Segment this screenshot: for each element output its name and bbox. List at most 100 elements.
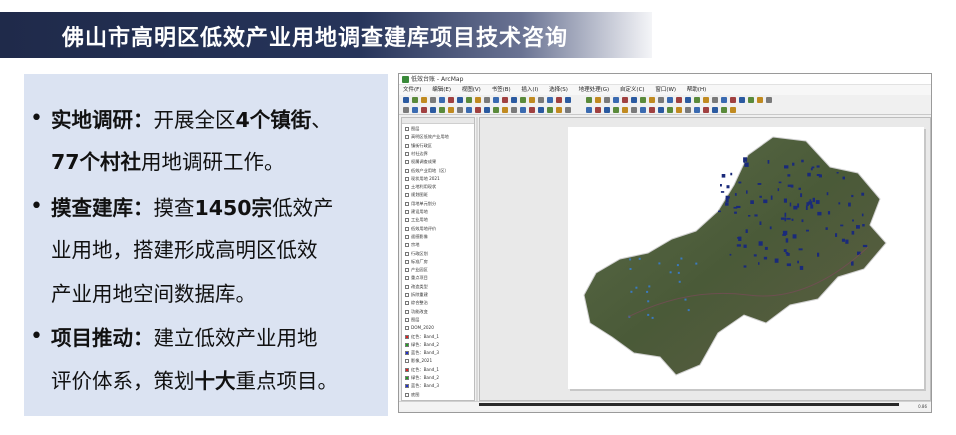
toolbar-tool-icon[interactable] [547,97,553,103]
layer-checkbox[interactable] [405,210,409,214]
toc-layer-item[interactable]: 低效产业用地（区） [405,168,474,174]
toolbar-tool-icon[interactable] [649,97,655,103]
toolbar-tool-icon[interactable] [538,97,544,103]
pane-splitter[interactable] [476,117,478,401]
toc-layer-item[interactable]: 土地利用现状 [405,184,474,190]
toolbar-tool-icon[interactable] [439,97,445,103]
toolbar-tool-icon[interactable] [631,97,637,103]
toc-layer-item[interactable]: 产业园区 [405,267,474,273]
toc-layer-item[interactable]: 图层 [405,126,474,132]
layer-checkbox[interactable] [405,317,409,322]
toolbar-tool-icon[interactable] [403,107,409,113]
layer-checkbox[interactable] [405,309,409,314]
toolbar-tool-icon[interactable] [685,97,691,103]
toc-layer-item[interactable]: 拆除重建 [405,292,474,298]
layer-checkbox[interactable] [405,185,409,190]
menu-item[interactable]: 地理处理(G) [579,87,610,93]
toolbar-tool-icon[interactable] [511,97,517,103]
toc-layer-item[interactable]: 绿色：Band_2 [405,375,474,381]
toc-layer-item[interactable]: 规划图斑 [405,192,474,198]
menu-item[interactable]: 视图(V) [462,87,481,93]
toolbar-tool-icon[interactable] [640,97,646,103]
toolbar-tool-icon[interactable] [730,107,736,113]
toolbar-tool-icon[interactable] [520,107,526,113]
menu-item[interactable]: 帮助(H) [687,87,706,93]
toolbar-tool-icon[interactable] [412,107,418,113]
toolbar-tool-icon[interactable] [613,107,619,113]
layer-checkbox[interactable] [405,268,409,273]
toolbar-tool-icon[interactable] [676,107,682,113]
toolbar-tool-icon[interactable] [604,107,610,113]
toolbar-tool-icon[interactable] [457,107,463,113]
layer-checkbox[interactable] [405,143,409,148]
toolbar-tool-icon[interactable] [403,97,409,103]
layer-checkbox[interactable] [405,151,409,156]
toc-layer-item[interactable]: 影像_2021 [405,358,474,364]
toolbar-tool-icon[interactable] [484,107,490,113]
toc-layer-item[interactable]: 村社边界 [405,151,474,157]
toolbar-tool-icon[interactable] [448,107,454,113]
horizontal-scrollbar[interactable] [479,403,899,406]
layer-checkbox[interactable] [405,334,409,339]
toc-layer-item[interactable]: 遥感影像 [405,234,474,240]
toolbar-tool-icon[interactable] [766,97,772,103]
toc-layer-item[interactable]: 综合整治 [405,300,474,306]
toc-layer-item[interactable]: 工业用地 [405,217,474,223]
toolbar-tool-icon[interactable] [556,97,562,103]
layer-checkbox[interactable] [405,351,409,356]
toolbar-tool-icon[interactable] [703,107,709,113]
menu-item[interactable]: 窗口(W) [655,87,676,93]
toolbar-tool-icon[interactable] [493,107,499,113]
menu-item[interactable]: 选择(S) [549,87,568,93]
toc-layer-item[interactable]: 蓝色：Band_3 [405,383,474,389]
toolbar-tool-icon[interactable] [484,97,490,103]
menu-item[interactable]: 书签(B) [492,87,511,93]
toc-layer-item[interactable]: 低效用地评价 [405,226,474,232]
toolbar-tool-icon[interactable] [667,97,673,103]
toolbar-tool-icon[interactable] [595,97,601,103]
toolbar-tool-icon[interactable] [712,107,718,113]
toolbar-tool-icon[interactable] [586,97,592,103]
layer-checkbox[interactable] [405,201,409,206]
toolbar-tool-icon[interactable] [430,107,436,113]
toc-layer-item[interactable]: 宗地 [405,242,474,248]
map-view[interactable] [479,117,931,401]
menu-item[interactable]: 文件(F) [403,87,421,93]
layer-checkbox[interactable] [405,243,409,248]
layer-checkbox[interactable] [405,226,409,231]
menu-item[interactable]: 自定义(C) [620,87,645,93]
layer-checkbox[interactable] [405,176,409,181]
menu-item[interactable]: 插入(I) [521,87,538,93]
toolbar-tool-icon[interactable] [721,97,727,103]
layer-checkbox[interactable] [405,392,409,397]
layer-checkbox[interactable] [405,234,409,239]
toolbar-tool-icon[interactable] [748,97,754,103]
layer-checkbox[interactable] [405,342,409,347]
toolbar-tool-icon[interactable] [667,107,673,113]
toolbar-tool-icon[interactable] [685,107,691,113]
toolbar-tool-icon[interactable] [658,107,664,113]
toolbar-tool-icon[interactable] [586,107,592,113]
toc-layer-item[interactable]: 红色：Band_1 [405,334,474,340]
toolbar-tool-icon[interactable] [757,97,763,103]
toolbar-tool-icon[interactable] [511,107,517,113]
toolbar-tool-icon[interactable] [529,107,535,113]
toc-layer-item[interactable]: 标准厂房 [405,259,474,265]
toolbar-tool-icon[interactable] [694,97,700,103]
toc-layer-item[interactable]: 现状用地 2021 [405,176,474,182]
toolbar-tool-icon[interactable] [466,107,472,113]
toolbar-tool-icon[interactable] [703,97,709,103]
toolbar-tool-icon[interactable] [658,97,664,103]
toolbar-tool-icon[interactable] [640,107,646,113]
toolbar-tool-icon[interactable] [412,97,418,103]
layer-checkbox[interactable] [405,218,409,223]
toolbar-tool-icon[interactable] [430,97,436,103]
toc-layer-item[interactable]: DOM_2020 [405,325,474,331]
toc-layer-item[interactable]: 建设用地 [405,209,474,215]
layer-checkbox[interactable] [405,135,409,140]
toolbar-tool-icon[interactable] [475,97,481,103]
toc-layer-item[interactable]: 用地单元划分 [405,201,474,207]
layer-checkbox[interactable] [405,326,409,331]
toolbar-tool-icon[interactable] [421,97,427,103]
layer-checkbox[interactable] [405,251,409,256]
